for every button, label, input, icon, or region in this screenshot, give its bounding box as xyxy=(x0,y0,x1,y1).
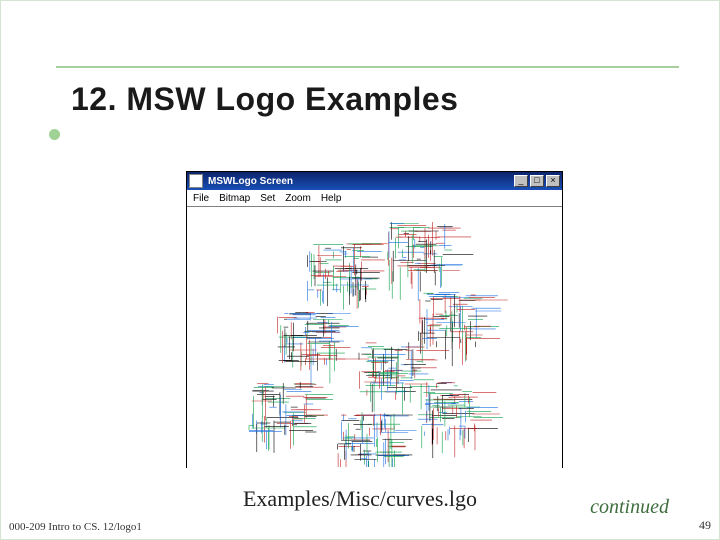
logo-canvas xyxy=(187,207,562,468)
close-button[interactable]: × xyxy=(546,175,560,187)
menu-help[interactable]: Help xyxy=(321,193,342,204)
screenshot-window: MSWLogo Screen _ □ × File Bitmap Set Zoo… xyxy=(186,171,563,468)
menu-bar: File Bitmap Set Zoom Help xyxy=(187,190,562,207)
slide-title: 12. MSW Logo Examples xyxy=(71,81,458,118)
menu-bitmap[interactable]: Bitmap xyxy=(219,193,250,204)
footer: 000-209 Intro to CS. 12/logo1 xyxy=(9,521,142,533)
window-title: MSWLogo Screen xyxy=(205,176,512,187)
menu-zoom[interactable]: Zoom xyxy=(285,193,311,204)
minimize-button[interactable]: _ xyxy=(514,175,528,187)
bullet-icon xyxy=(49,129,60,140)
menu-file[interactable]: File xyxy=(193,193,209,204)
app-icon xyxy=(189,174,203,188)
page-number: 49 xyxy=(699,518,711,533)
continued-label: continued xyxy=(590,496,669,519)
slide: 12. MSW Logo Examples MSWLogo Screen _ □… xyxy=(0,0,720,540)
title-rule xyxy=(56,66,679,68)
maximize-button[interactable]: □ xyxy=(530,175,544,187)
menu-set[interactable]: Set xyxy=(260,193,275,204)
title-bar: MSWLogo Screen _ □ × xyxy=(187,172,562,190)
fractal-drawing xyxy=(187,207,562,467)
